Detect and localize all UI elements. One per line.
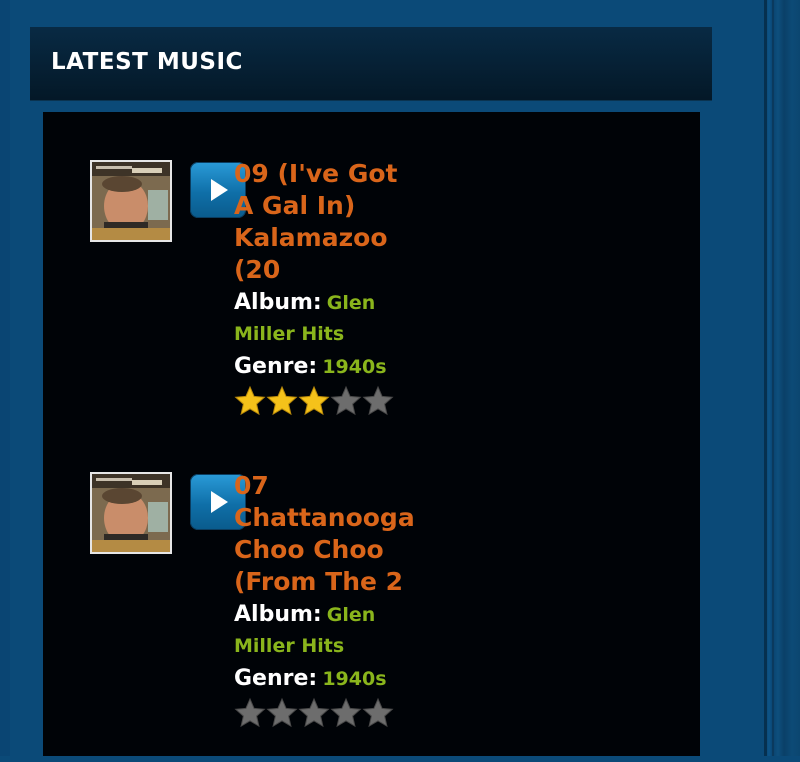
genre-label: Genre: — [234, 666, 318, 691]
star-empty-icon[interactable] — [234, 697, 266, 729]
rating-stars — [234, 697, 434, 731]
widget-header: LATEST MUSIC — [30, 27, 712, 100]
genre-line: Genre: 1940s — [234, 664, 434, 695]
track-info: 07 Chattanooga Choo Choo (From The 2 Alb… — [234, 470, 434, 731]
track-title-link[interactable]: 09 (I've Got A Gal In) Kalamazoo (20 — [234, 158, 419, 286]
album-line: Album: Glen Miller Hits — [234, 600, 434, 662]
music-list-panel: 09 (I've Got A Gal In) Kalamazoo (20 Alb… — [43, 112, 700, 756]
star-empty-icon[interactable] — [298, 697, 330, 729]
album-cover[interactable] — [90, 472, 172, 554]
track-item: 09 (I've Got A Gal In) Kalamazoo (20 Alb… — [90, 158, 490, 450]
play-icon — [211, 179, 228, 201]
play-icon — [211, 491, 228, 513]
star-empty-icon[interactable] — [362, 385, 394, 417]
star-empty-icon[interactable] — [362, 697, 394, 729]
album-label: Album: — [234, 290, 322, 315]
star-filled-icon[interactable] — [266, 385, 298, 417]
genre-label: Genre: — [234, 354, 318, 379]
genre-link[interactable]: 1940s — [322, 668, 386, 690]
track-info: 09 (I've Got A Gal In) Kalamazoo (20 Alb… — [234, 158, 434, 419]
page-right-border — [764, 0, 800, 756]
album-label: Album: — [234, 602, 322, 627]
star-empty-icon[interactable] — [266, 697, 298, 729]
widget-title: LATEST MUSIC — [51, 49, 243, 75]
genre-link[interactable]: 1940s — [322, 356, 386, 378]
page-left-border — [0, 0, 10, 756]
album-cover-art — [92, 162, 170, 240]
track-title-link[interactable]: 07 Chattanooga Choo Choo (From The 2 — [234, 470, 419, 598]
album-cover[interactable] — [90, 160, 172, 242]
star-empty-icon[interactable] — [330, 385, 362, 417]
star-filled-icon[interactable] — [234, 385, 266, 417]
star-filled-icon[interactable] — [298, 385, 330, 417]
album-line: Album: Glen Miller Hits — [234, 288, 434, 350]
album-cover-art — [92, 474, 170, 552]
genre-line: Genre: 1940s — [234, 352, 434, 383]
rating-stars — [234, 385, 434, 419]
star-empty-icon[interactable] — [330, 697, 362, 729]
track-item: 07 Chattanooga Choo Choo (From The 2 Alb… — [90, 470, 490, 762]
